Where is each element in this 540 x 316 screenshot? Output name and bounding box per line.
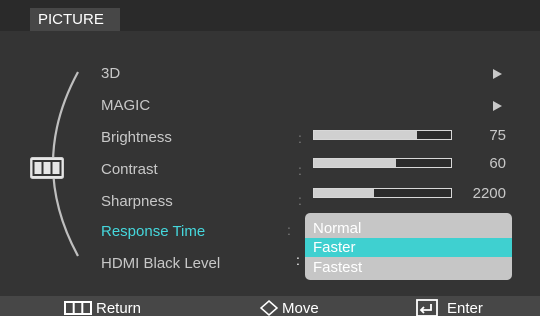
menu-item-magic[interactable]: MAGIC bbox=[101, 97, 150, 114]
menu-item-3d[interactable]: 3D bbox=[101, 65, 120, 82]
menu-item-sharpness[interactable]: Sharpness bbox=[101, 193, 173, 210]
colon-separator: : bbox=[298, 192, 302, 208]
sharpness-slider[interactable] bbox=[313, 188, 452, 198]
colon-separator: : bbox=[287, 222, 291, 238]
menu-item-response-time[interactable]: Response Time bbox=[101, 223, 205, 240]
diamond-arrows-icon bbox=[259, 300, 279, 316]
colon-separator: : bbox=[298, 130, 302, 146]
menu-item-hdmi-black-level[interactable]: HDMI Black Level bbox=[101, 255, 220, 272]
contrast-slider[interactable] bbox=[313, 158, 452, 168]
menu-grid-icon bbox=[64, 301, 92, 315]
title-bar: PICTURE bbox=[0, 0, 540, 31]
contrast-slider-fill bbox=[314, 159, 397, 167]
brightness-slider-fill bbox=[314, 131, 417, 139]
return-button[interactable]: Return bbox=[96, 300, 141, 316]
brightness-slider[interactable] bbox=[313, 130, 452, 140]
enter-button[interactable]: Enter bbox=[447, 300, 483, 316]
dropdown-option-fastest[interactable]: Fastest bbox=[305, 258, 512, 277]
window-title: PICTURE bbox=[30, 8, 120, 31]
enter-icon bbox=[416, 299, 438, 316]
response-time-dropdown[interactable]: Normal Faster Fastest bbox=[305, 213, 512, 280]
menu-item-brightness[interactable]: Brightness bbox=[101, 129, 172, 146]
sharpness-value: 2200 bbox=[472, 185, 506, 202]
right-arrow-icon bbox=[493, 101, 502, 111]
colon-separator: : bbox=[298, 162, 302, 178]
osd-window: PICTURE 3D MAGIC Brightness : 75 Contras… bbox=[0, 0, 540, 316]
dropdown-option-faster[interactable]: Faster bbox=[305, 238, 512, 257]
colon-separator: : bbox=[296, 252, 300, 268]
brightness-value: 75 bbox=[489, 127, 506, 144]
picture-menu-icon bbox=[30, 157, 64, 179]
contrast-value: 60 bbox=[489, 155, 506, 172]
dropdown-option-normal[interactable]: Normal bbox=[305, 219, 512, 238]
move-hint: Move bbox=[282, 300, 319, 316]
menu-item-contrast[interactable]: Contrast bbox=[101, 161, 158, 178]
sharpness-slider-fill bbox=[314, 189, 375, 197]
right-arrow-icon bbox=[493, 69, 502, 79]
